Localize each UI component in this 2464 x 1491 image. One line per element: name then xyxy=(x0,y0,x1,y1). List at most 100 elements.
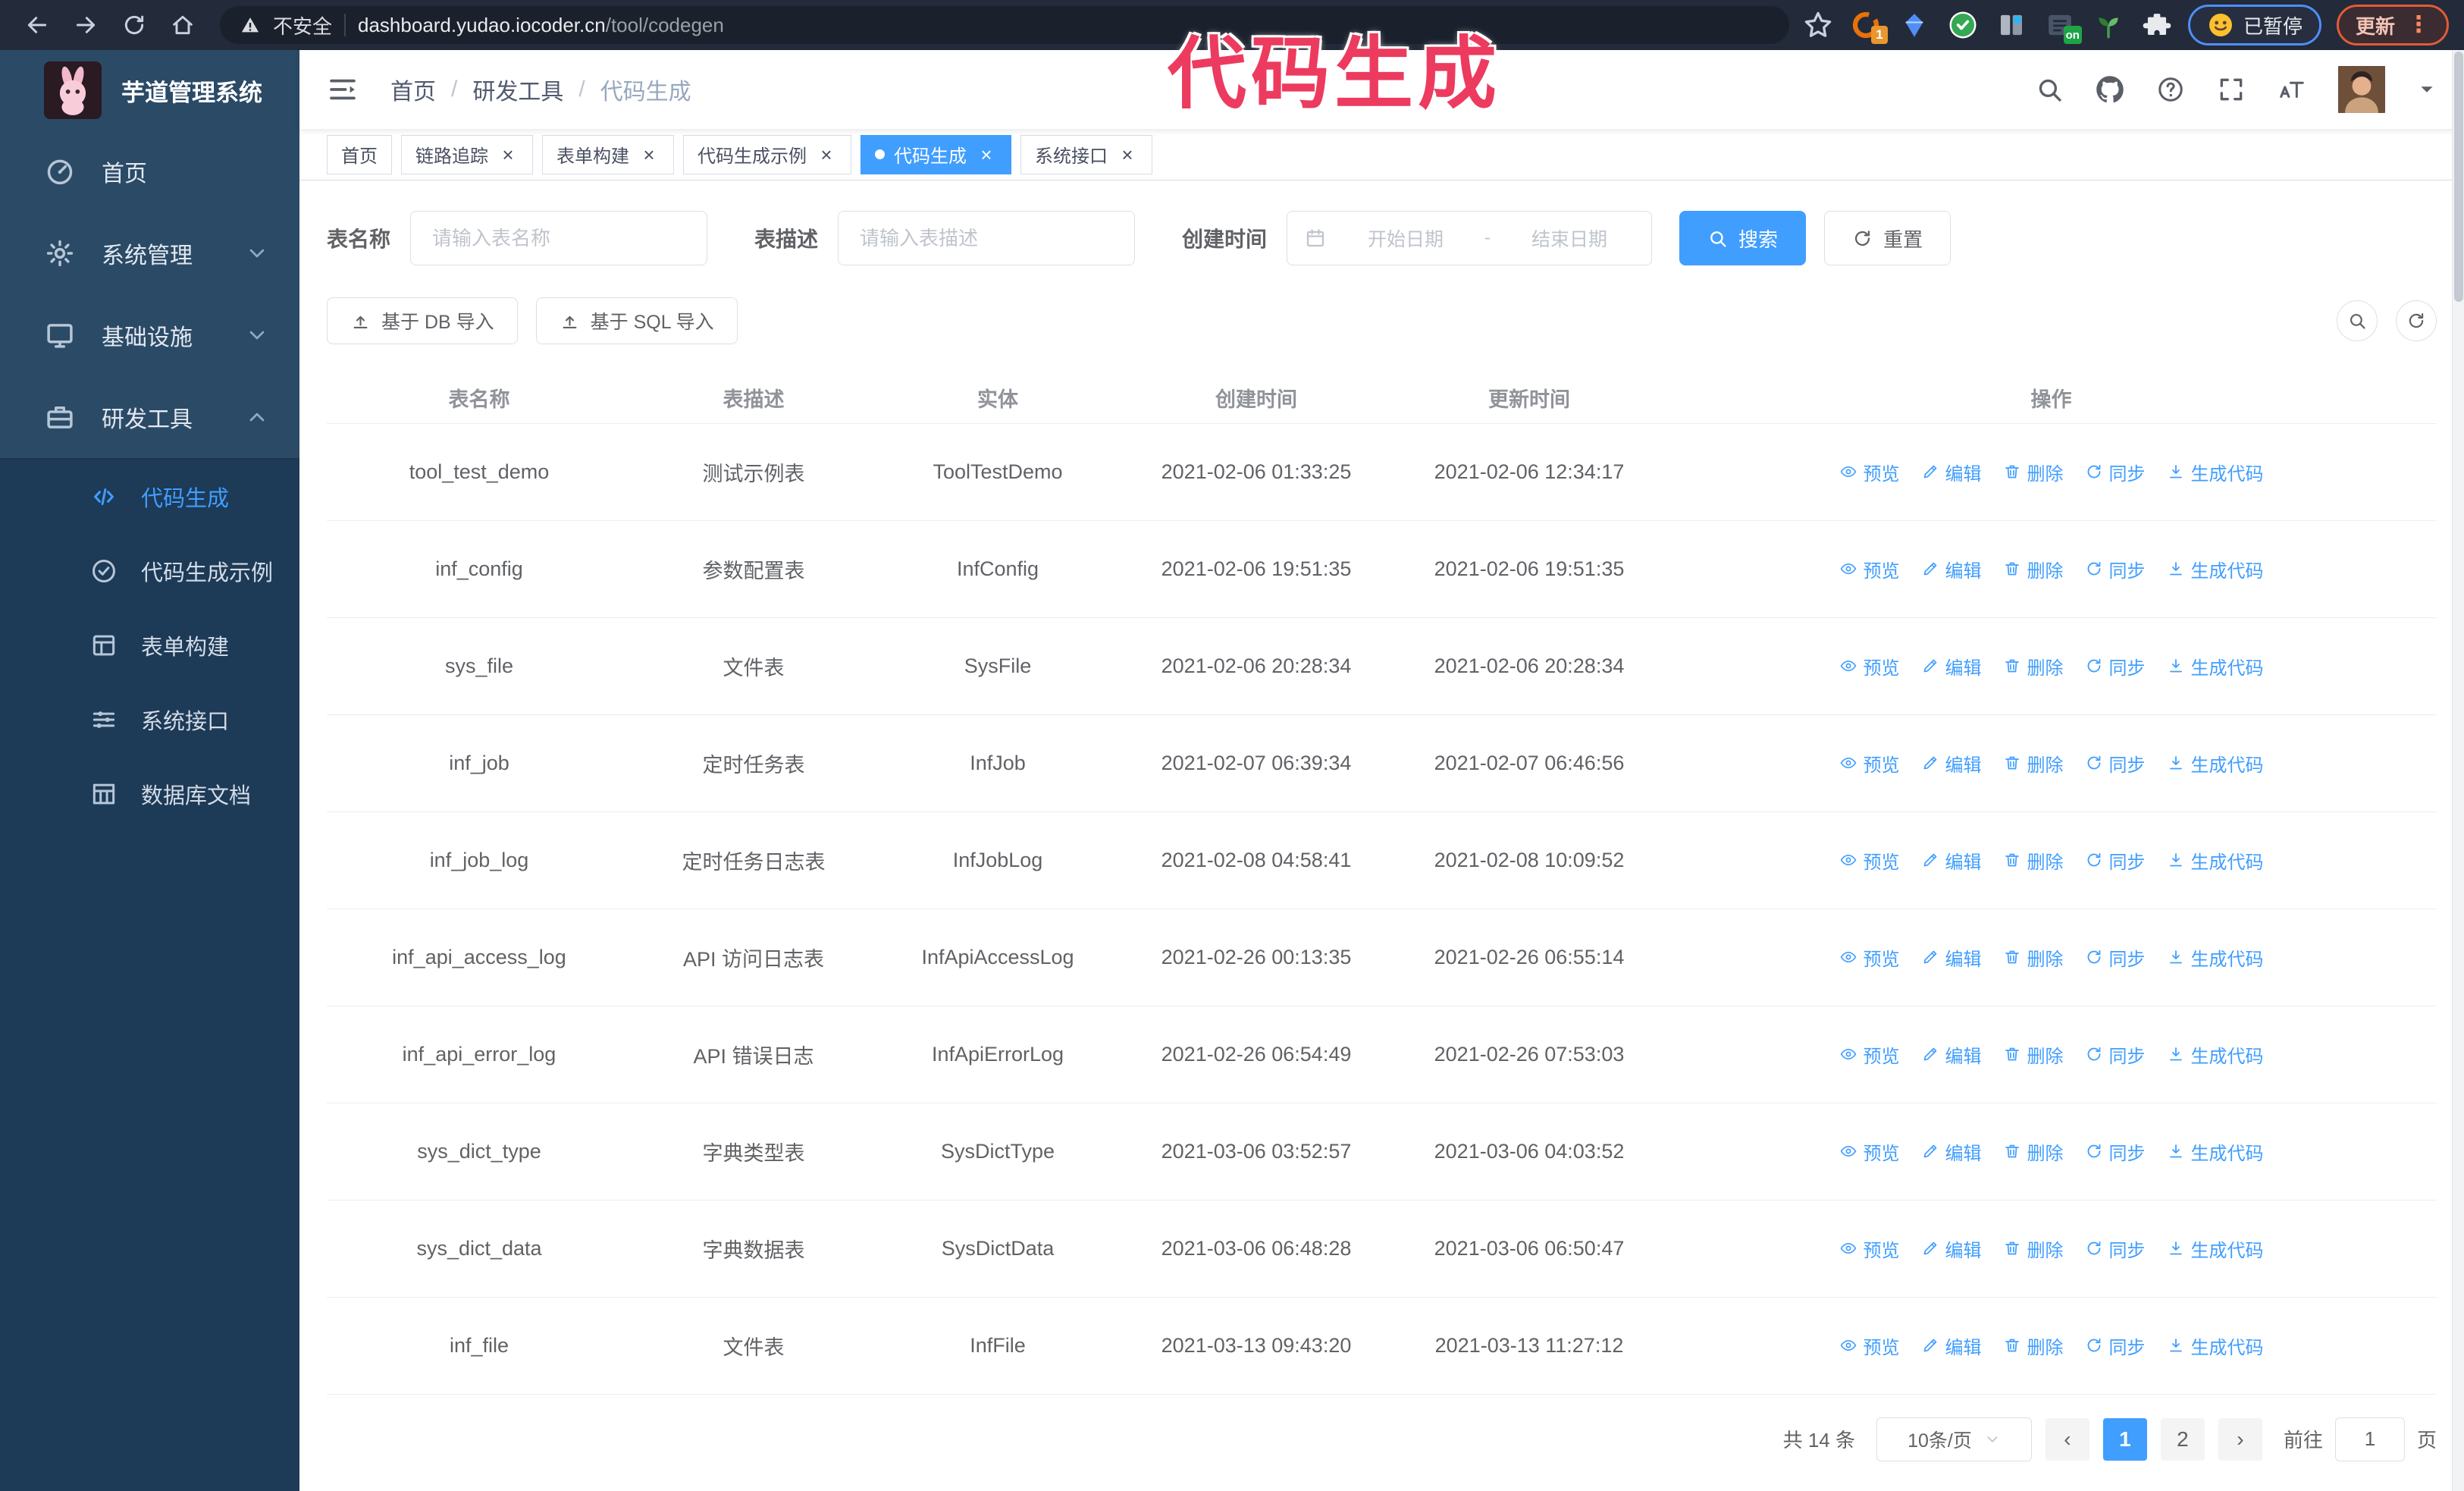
import-db-button[interactable]: 基于 DB 导入 xyxy=(327,297,518,344)
sync-link[interactable]: 同步 xyxy=(2085,847,2146,874)
delete-link[interactable]: 删除 xyxy=(2003,556,2064,582)
breadcrumb-item[interactable]: 首页 xyxy=(390,73,436,106)
green-check-extension-icon[interactable] xyxy=(1947,9,1979,41)
preview-link[interactable]: 预览 xyxy=(1839,653,1900,680)
preview-link[interactable]: 预览 xyxy=(1839,556,1900,582)
generate-code-link[interactable]: 生成代码 xyxy=(2167,1138,2264,1165)
tag-表单构建[interactable]: 表单构建 × xyxy=(542,134,674,174)
start-date-placeholder[interactable]: 开始日期 xyxy=(1340,224,1471,252)
github-icon[interactable] xyxy=(2096,75,2124,104)
sidebar-subitem-form-build[interactable]: 表单构建 xyxy=(0,608,299,683)
sidebar-item-devtool[interactable]: 研发工具 xyxy=(0,376,299,458)
edit-link[interactable]: 编辑 xyxy=(1921,847,1982,874)
generate-code-link[interactable]: 生成代码 xyxy=(2167,750,2264,777)
generate-code-link[interactable]: 生成代码 xyxy=(2167,1235,2264,1262)
avatar[interactable] xyxy=(2338,60,2385,119)
sync-link[interactable]: 同步 xyxy=(2085,1138,2146,1165)
generate-code-link[interactable]: 生成代码 xyxy=(2167,1041,2264,1068)
reset-button[interactable]: 重置 xyxy=(1824,211,1951,265)
browser-update-button[interactable]: 更新 ⋮ xyxy=(2336,5,2449,46)
sidebar-item-system[interactable]: 系统管理 xyxy=(0,212,299,294)
edit-link[interactable]: 编辑 xyxy=(1921,944,1982,971)
sidebar-item-infra[interactable]: 基础设施 xyxy=(0,294,299,376)
edit-link[interactable]: 编辑 xyxy=(1921,556,1982,582)
tag-close-icon[interactable]: × xyxy=(816,144,837,165)
delete-link[interactable]: 删除 xyxy=(2003,1138,2064,1165)
sync-link[interactable]: 同步 xyxy=(2085,944,2146,971)
sliders-extension-icon[interactable] xyxy=(1995,9,2027,41)
tag-close-icon[interactable]: × xyxy=(976,144,997,165)
hamburger-icon[interactable] xyxy=(327,74,359,105)
paused-extension-button[interactable]: 已暂停 xyxy=(2187,5,2321,46)
scrollbar-thumb[interactable] xyxy=(2454,52,2463,302)
tag-close-icon[interactable]: × xyxy=(497,144,519,165)
table-name-input[interactable] xyxy=(410,211,708,265)
delete-link[interactable]: 删除 xyxy=(2003,459,2064,485)
import-sql-button[interactable]: 基于 SQL 导入 xyxy=(535,297,738,344)
back-arrow-button[interactable] xyxy=(15,5,59,45)
date-range-picker[interactable]: 开始日期 - 结束日期 xyxy=(1287,211,1653,265)
tag-代码生成[interactable]: 代码生成 × xyxy=(861,134,1011,174)
preview-link[interactable]: 预览 xyxy=(1839,1041,1900,1068)
delete-link[interactable]: 删除 xyxy=(2003,1041,2064,1068)
generate-code-link[interactable]: 生成代码 xyxy=(2167,653,2264,680)
help-icon[interactable] xyxy=(2156,75,2185,104)
preview-link[interactable]: 预览 xyxy=(1839,1332,1900,1359)
home-button[interactable] xyxy=(161,5,205,45)
reload-button[interactable] xyxy=(112,5,156,45)
goto-page-input[interactable] xyxy=(2334,1417,2405,1461)
delete-link[interactable]: 删除 xyxy=(2003,1235,2064,1262)
edit-link[interactable]: 编辑 xyxy=(1921,653,1982,680)
page-button-1[interactable]: 1 xyxy=(2102,1417,2147,1461)
sync-link[interactable]: 同步 xyxy=(2085,556,2146,582)
edit-link[interactable]: 编辑 xyxy=(1921,1041,1982,1068)
fullscreen-icon[interactable] xyxy=(2217,75,2246,104)
breadcrumb-item[interactable]: 研发工具 xyxy=(472,73,563,106)
end-date-placeholder[interactable]: 结束日期 xyxy=(1504,224,1635,252)
edit-link[interactable]: 编辑 xyxy=(1921,750,1982,777)
security-label[interactable]: 不安全 xyxy=(273,11,332,39)
plant-extension-icon[interactable] xyxy=(2093,9,2124,41)
tag-close-icon[interactable]: × xyxy=(638,144,660,165)
edit-link[interactable]: 编辑 xyxy=(1921,1138,1982,1165)
page-size-select[interactable]: 10条/页 xyxy=(1876,1417,2032,1461)
preview-link[interactable]: 预览 xyxy=(1839,1138,1900,1165)
sync-link[interactable]: 同步 xyxy=(2085,459,2146,485)
delete-link[interactable]: 删除 xyxy=(2003,750,2064,777)
sync-link[interactable]: 同步 xyxy=(2085,1235,2146,1262)
preview-link[interactable]: 预览 xyxy=(1839,459,1900,485)
preview-link[interactable]: 预览 xyxy=(1839,847,1900,874)
gem-extension-icon[interactable] xyxy=(1898,9,1930,41)
sidebar-subitem-system-api[interactable]: 系统接口 xyxy=(0,683,299,757)
sidebar-subitem-db-doc[interactable]: 数据库文档 xyxy=(0,757,299,831)
address-bar[interactable]: 不安全 dashboard.yudao.iocoder.cn/tool/code… xyxy=(220,6,1789,44)
sync-link[interactable]: 同步 xyxy=(2085,653,2146,680)
prev-page-button[interactable]: ‹ xyxy=(2045,1417,2089,1461)
edit-link[interactable]: 编辑 xyxy=(1921,1332,1982,1359)
delete-link[interactable]: 删除 xyxy=(2003,944,2064,971)
caret-down-icon[interactable] xyxy=(2417,80,2437,99)
generate-code-link[interactable]: 生成代码 xyxy=(2167,1332,2264,1359)
generate-code-link[interactable]: 生成代码 xyxy=(2167,944,2264,971)
next-page-button[interactable]: › xyxy=(2218,1417,2262,1461)
tag-系统接口[interactable]: 系统接口 × xyxy=(1020,134,1152,174)
kebab-menu-icon[interactable]: ⋮ xyxy=(2407,14,2430,36)
sync-link[interactable]: 同步 xyxy=(2085,1332,2146,1359)
orange-ring-extension-icon[interactable]: 1 xyxy=(1850,9,1888,44)
tag-close-icon[interactable]: × xyxy=(1117,144,1138,165)
sidebar-subitem-codegen-example[interactable]: 代码生成示例 xyxy=(0,534,299,608)
sidebar-subitem-codegen[interactable]: 代码生成 xyxy=(0,460,299,534)
dark-box-extension-icon[interactable]: on xyxy=(2044,9,2082,44)
generate-code-link[interactable]: 生成代码 xyxy=(2167,847,2264,874)
edit-link[interactable]: 编辑 xyxy=(1921,1235,1982,1262)
page-button-2[interactable]: 2 xyxy=(2160,1417,2205,1461)
tag-链路追踪[interactable]: 链路追踪 × xyxy=(401,134,533,174)
page-scrollbar[interactable] xyxy=(2452,50,2464,1491)
preview-link[interactable]: 预览 xyxy=(1839,750,1900,777)
tag-代码生成示例[interactable]: 代码生成示例 × xyxy=(683,134,851,174)
sidebar-item-home[interactable]: 首页 xyxy=(0,130,299,212)
generate-code-link[interactable]: 生成代码 xyxy=(2167,556,2264,582)
edit-link[interactable]: 编辑 xyxy=(1921,459,1982,485)
generate-code-link[interactable]: 生成代码 xyxy=(2167,459,2264,485)
search-icon[interactable] xyxy=(2035,75,2064,104)
